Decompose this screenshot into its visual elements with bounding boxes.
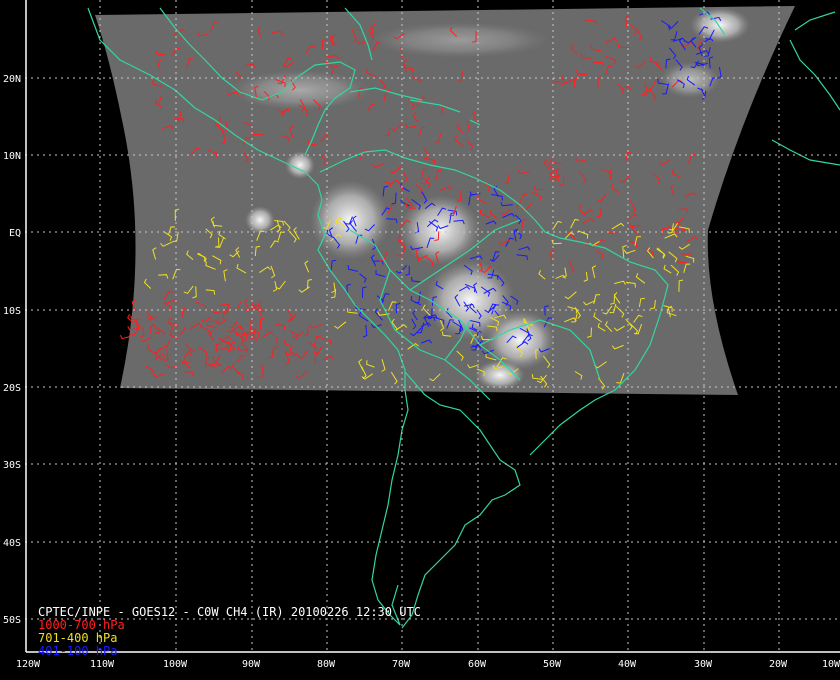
longitude-labels: 120W 110W 100W 90W 80W 70W 60W 50W 40W 3… bbox=[16, 659, 840, 670]
lon-tick: 40W bbox=[618, 659, 637, 670]
lon-tick: 20W bbox=[769, 659, 788, 670]
lat-tick: EQ bbox=[9, 228, 21, 239]
lon-tick: 30W bbox=[694, 659, 713, 670]
map-legend: CPTEC/INPE - GOES12 - C0W CH4 (IR) 20100… bbox=[38, 606, 421, 658]
lat-tick: 40S bbox=[3, 538, 21, 549]
lon-tick: 70W bbox=[392, 659, 411, 670]
lat-tick: 10S bbox=[3, 306, 21, 317]
lon-tick: 10W bbox=[822, 659, 840, 670]
lon-tick: 50W bbox=[543, 659, 562, 670]
coast-africa bbox=[771, 11, 840, 166]
lat-tick: 10N bbox=[3, 151, 21, 162]
legend-item-high-level: 401-100 hPa bbox=[38, 644, 118, 658]
lon-tick: 60W bbox=[468, 659, 487, 670]
lon-tick: 100W bbox=[163, 659, 188, 670]
map-viewer: 20N 10N EQ 10S 20S 30S 40S 50S 120W 110W… bbox=[0, 0, 840, 680]
lat-tick: 50S bbox=[3, 615, 21, 626]
latitude-labels: 20N 10N EQ 10S 20S 30S 40S 50S bbox=[3, 74, 21, 626]
lon-tick: 80W bbox=[317, 659, 336, 670]
lon-tick: 90W bbox=[242, 659, 261, 670]
lon-tick: 110W bbox=[90, 659, 115, 670]
lat-tick: 20N bbox=[3, 74, 21, 85]
lat-tick: 30S bbox=[3, 460, 21, 471]
lon-tick: 120W bbox=[16, 659, 41, 670]
lat-tick: 20S bbox=[3, 383, 21, 394]
wind-barb bbox=[119, 334, 131, 340]
satellite-map: 20N 10N EQ 10S 20S 30S 40S 50S 120W 110W… bbox=[3, 0, 840, 670]
